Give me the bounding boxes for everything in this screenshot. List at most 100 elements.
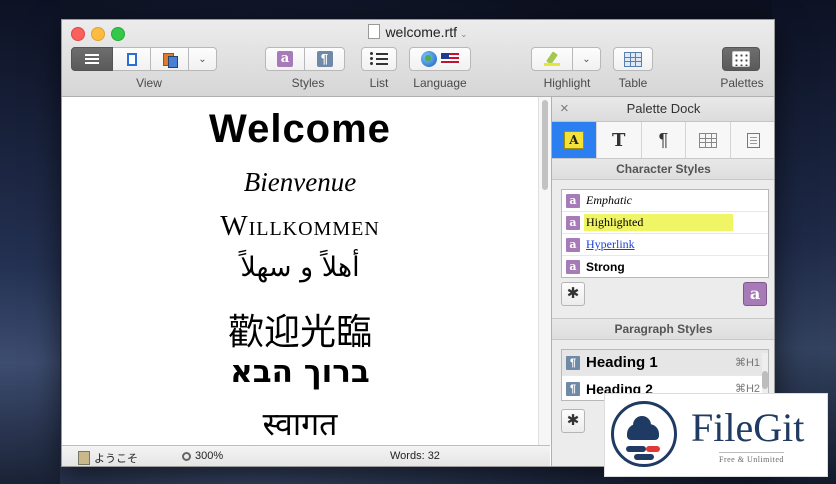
list-item[interactable]: a Strong [562,256,768,277]
palettes-label: Palettes [720,76,764,90]
logo-bar [634,454,654,460]
watermark-badge: FileGit Free & Unlimited [604,393,828,477]
clipboard-icon [78,451,90,465]
logo-bar [646,446,660,452]
list-icon [370,51,388,67]
scrollbar-thumb[interactable] [542,100,548,190]
view-layout-button[interactable] [151,47,189,71]
table-button[interactable] [613,47,653,71]
paragraph-style-icon: ¶ [316,51,333,67]
shortcut-label: ⌘H1 [734,357,760,369]
list-item[interactable]: a Emphatic [562,190,768,212]
watermark-name: FileGit [691,405,805,450]
paragraph-styles-gear-button[interactable]: ✱ [561,409,585,433]
style-name: Strong [586,259,625,274]
chevron-down-icon: ⌄ [198,53,207,65]
language-button[interactable] [409,47,471,71]
scrollbar-thumb[interactable] [762,371,768,389]
watermark-tagline: Free & Unlimited [719,452,784,464]
list-item[interactable]: a Highlighted [562,212,768,234]
palettes-icon [732,51,750,67]
tab-character-styles[interactable]: A [552,122,597,158]
view-label: View [136,76,162,90]
cloud-icon [627,416,659,440]
text-line-willkommen[interactable]: Willkommen [62,210,538,243]
close-icon[interactable]: × [560,97,569,121]
character-style-icon: a [566,215,580,230]
character-styles-button[interactable]: a [265,47,305,71]
paragraph-styles-button[interactable]: ¶ [305,47,345,71]
paragraph-styles-header: Paragraph Styles [552,318,774,340]
zoom-item[interactable]: 300% [182,450,223,462]
palette-dock-header: × Palette Dock [552,97,774,122]
language-control [409,47,471,71]
table-icon [699,132,718,148]
list-control [361,47,397,71]
text-line-arabic[interactable]: أهلاً و سهلاً [62,252,538,283]
view-segmented-control: ⌄ [71,47,217,71]
style-name: Emphatic [586,193,632,207]
list-item[interactable]: ¶ Heading 1 ⌘H1 [562,350,768,376]
add-character-style-button[interactable]: a [743,282,767,306]
document-icon [746,132,760,148]
palette-tabs: A T ¶ [552,122,774,159]
palettes-button[interactable] [722,47,760,71]
editor-scrollbar[interactable] [538,97,551,445]
text-line-hebrew[interactable]: ברוך הבא [62,354,538,390]
page-icon [126,52,137,66]
tab-table[interactable] [686,122,732,158]
style-name: Hyperlink [586,237,635,251]
tab-paragraph[interactable]: ¶ [642,122,687,158]
document-editor[interactable]: Welcome Bienvenue Willkommen أهلاً و سهل… [62,97,538,445]
chevron-down-icon: ⌄ [582,53,591,65]
word-count-text: Words: 32 [390,450,440,462]
character-styles-gear-button[interactable]: ✱ [561,282,585,306]
layout-pages-icon [162,52,178,68]
character-style-icon: A [563,131,584,149]
toolbar: welcome.rtf ⌄ ⌄ View a ¶ Styles List Lang… [62,20,774,97]
tab-document[interactable] [731,122,774,158]
document-icon [368,24,381,39]
tab-fonts[interactable]: T [597,122,642,158]
text-line-chinese[interactable]: 歡迎光臨 [62,303,538,355]
palettes-control [722,47,760,71]
us-flag-icon [441,53,459,65]
highlight-menu-button[interactable]: ⌄ [573,47,601,71]
window-title[interactable]: welcome.rtf [385,24,457,40]
styles-label: Styles [291,76,325,90]
table-control [613,47,653,71]
view-menu-button[interactable]: ⌄ [189,47,217,71]
logo-bar [626,446,646,452]
globe-icon [421,51,437,67]
character-styles-list: a Emphatic a Highlighted a Hyperlink a S… [561,189,769,278]
highlight-segmented-control: ⌄ [531,47,601,71]
list-item[interactable]: a Hyperlink [562,234,768,256]
highlight-button[interactable] [531,47,573,71]
styles-segmented-control: a ¶ [265,47,345,71]
chevron-down-icon[interactable]: ⌄ [460,29,468,39]
paragraph-style-icon: ¶ [566,355,580,370]
sidebar-lines-icon [85,54,99,64]
style-name: Heading 1 [586,354,658,371]
filegit-logo [611,401,677,467]
language-label: Language [413,76,467,90]
clipping-item[interactable]: ようこそ [78,450,138,466]
list-button[interactable] [361,47,397,71]
window-title-bar: welcome.rtf ⌄ [62,24,774,40]
palette-dock-title: Palette Dock [626,101,701,116]
view-page-button[interactable] [113,47,151,71]
character-style-icon: a [749,284,761,303]
pilcrow-icon: ¶ [658,129,669,150]
zoom-level: 300% [195,450,224,462]
word-count: Words: 32 [390,450,440,462]
table-label: Table [618,76,648,90]
view-sidebar-button[interactable] [71,47,113,71]
text-line-welcome[interactable]: Welcome [62,107,538,152]
highlighter-icon [544,52,560,66]
text-line-bienvenue[interactable]: Bienvenue [62,167,538,198]
list-label: List [369,76,389,90]
text-line-hindi[interactable]: स्वागत [62,402,538,445]
gear-icon: ✱ [566,285,580,302]
table-icon [624,51,642,67]
paragraph-style-icon: ¶ [566,381,580,396]
